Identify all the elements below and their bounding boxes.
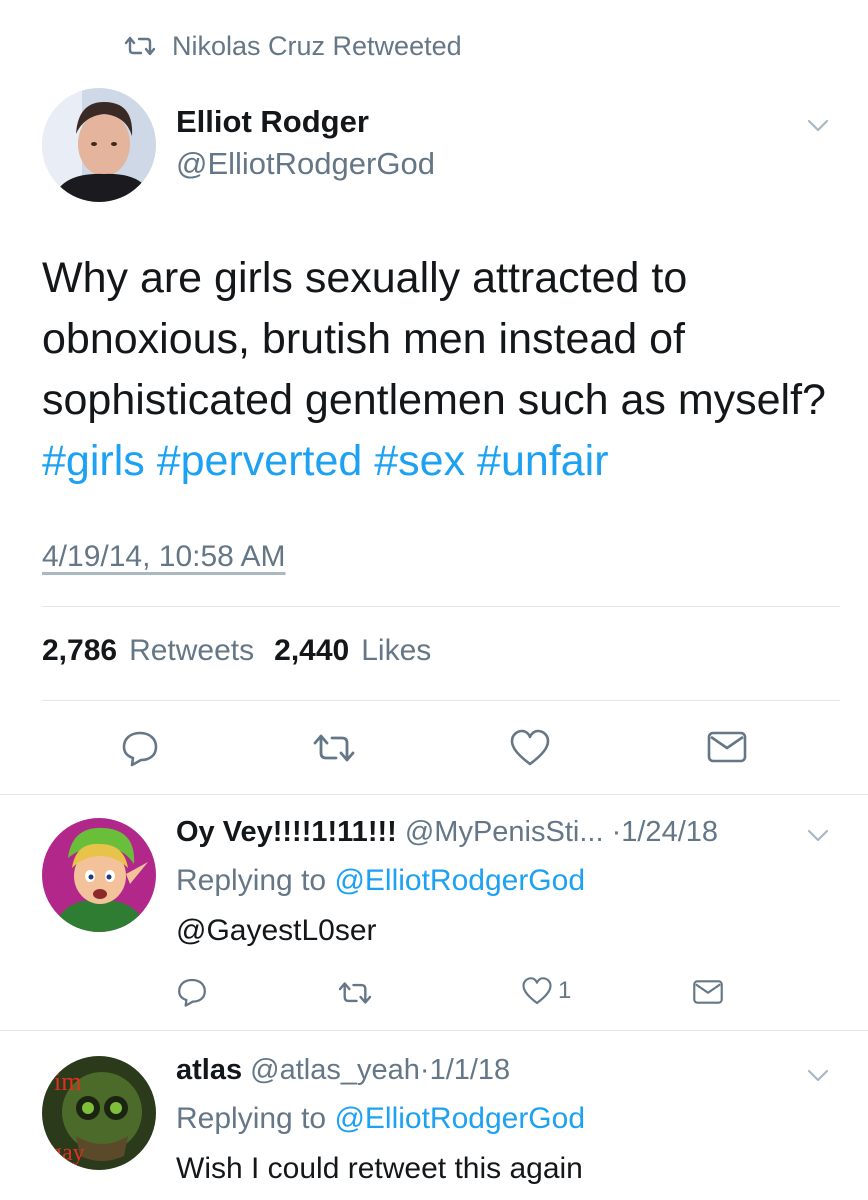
reply-icon[interactable]	[176, 976, 208, 1008]
retweet-icon	[124, 36, 156, 56]
separator-dot: ·	[611, 816, 622, 848]
divider	[42, 606, 840, 607]
author-name[interactable]: Elliot Rodger	[176, 104, 369, 140]
reply-text: Wish I could retweet this again	[176, 1152, 583, 1185]
reply-date[interactable]: 1/24/18	[621, 816, 718, 848]
reply-avatar[interactable]: im gay	[42, 1056, 156, 1170]
author-handle[interactable]: @ElliotRodgerGod	[176, 146, 435, 182]
divider	[0, 1030, 868, 1031]
mail-icon[interactable]	[692, 978, 724, 1006]
retweeted-by-banner: Nikolas Cruz Retweeted	[122, 26, 462, 66]
retweet-icon[interactable]	[336, 980, 374, 1006]
heart-icon[interactable]	[508, 728, 552, 768]
replying-to-prefix: Replying to	[176, 864, 327, 897]
reply-handle[interactable]: @MyPenisSti...	[405, 816, 604, 848]
avatar-text-gay: gay	[50, 1140, 85, 1166]
chevron-down-icon[interactable]	[805, 112, 831, 138]
divider	[0, 794, 868, 795]
retweet-icon[interactable]	[310, 732, 358, 764]
avatar-text-im: im	[54, 1067, 81, 1096]
tweet-actions	[0, 718, 868, 776]
tweet-stats: 2,786 Retweets 2,440 Likes	[42, 634, 439, 668]
mail-icon[interactable]	[706, 730, 748, 764]
chevron-down-icon[interactable]	[805, 822, 831, 848]
reply-like-group[interactable]: 1	[520, 976, 571, 1006]
replying-to-handle[interactable]: @ElliotRodgerGod	[334, 864, 585, 897]
reply-icon[interactable]	[120, 728, 160, 768]
replying-to-handle[interactable]: @ElliotRodgerGod	[334, 1102, 585, 1135]
reply-like-count: 1	[558, 977, 572, 1004]
replying-to-prefix: Replying to	[176, 1102, 327, 1135]
tweet-body: Why are girls sexually attracted to obno…	[42, 254, 826, 424]
author-avatar[interactable]	[42, 88, 156, 202]
hashtag-sex[interactable]: #sex	[374, 437, 465, 485]
replying-to-line: Replying to @ElliotRodgerGod	[176, 1102, 585, 1136]
like-count[interactable]: 2,440	[274, 634, 349, 668]
retweet-count[interactable]: 2,786	[42, 634, 117, 668]
hashtag-girls[interactable]: #girls	[42, 437, 145, 485]
reply-text[interactable]: @GayestL0ser	[176, 914, 377, 948]
reply-display-name[interactable]: atlas	[176, 1054, 242, 1086]
reply-date[interactable]: 1/1/18	[430, 1054, 511, 1086]
reply-avatar[interactable]	[42, 818, 156, 932]
retweet-count-label[interactable]: Retweets	[129, 634, 254, 668]
hashtag-perverted[interactable]: #perverted	[157, 437, 363, 485]
tweet-text: Why are girls sexually attracted to obno…	[42, 248, 842, 492]
reply-header: atlas @atlas_yeah·1/1/18	[176, 1054, 510, 1087]
tweet-timestamp[interactable]: 4/19/14, 10:58 AM	[42, 540, 286, 574]
like-count-label[interactable]: Likes	[361, 634, 431, 668]
separator-dot: ·	[419, 1054, 430, 1086]
reply-handle[interactable]: @atlas_yeah	[250, 1054, 420, 1086]
chevron-down-icon[interactable]	[805, 1062, 831, 1088]
replying-to-line: Replying to @ElliotRodgerGod	[176, 864, 585, 898]
reply-header: Oy Vey!!!!1!11!!! @MyPenisSti... ·1/24/1…	[176, 816, 718, 849]
heart-icon[interactable]	[520, 976, 554, 1006]
hashtag-unfair[interactable]: #unfair	[477, 437, 608, 485]
reply-display-name[interactable]: Oy Vey!!!!1!11!!!	[176, 816, 397, 848]
divider	[42, 700, 840, 701]
retweeted-by-text[interactable]: Nikolas Cruz Retweeted	[172, 31, 462, 62]
